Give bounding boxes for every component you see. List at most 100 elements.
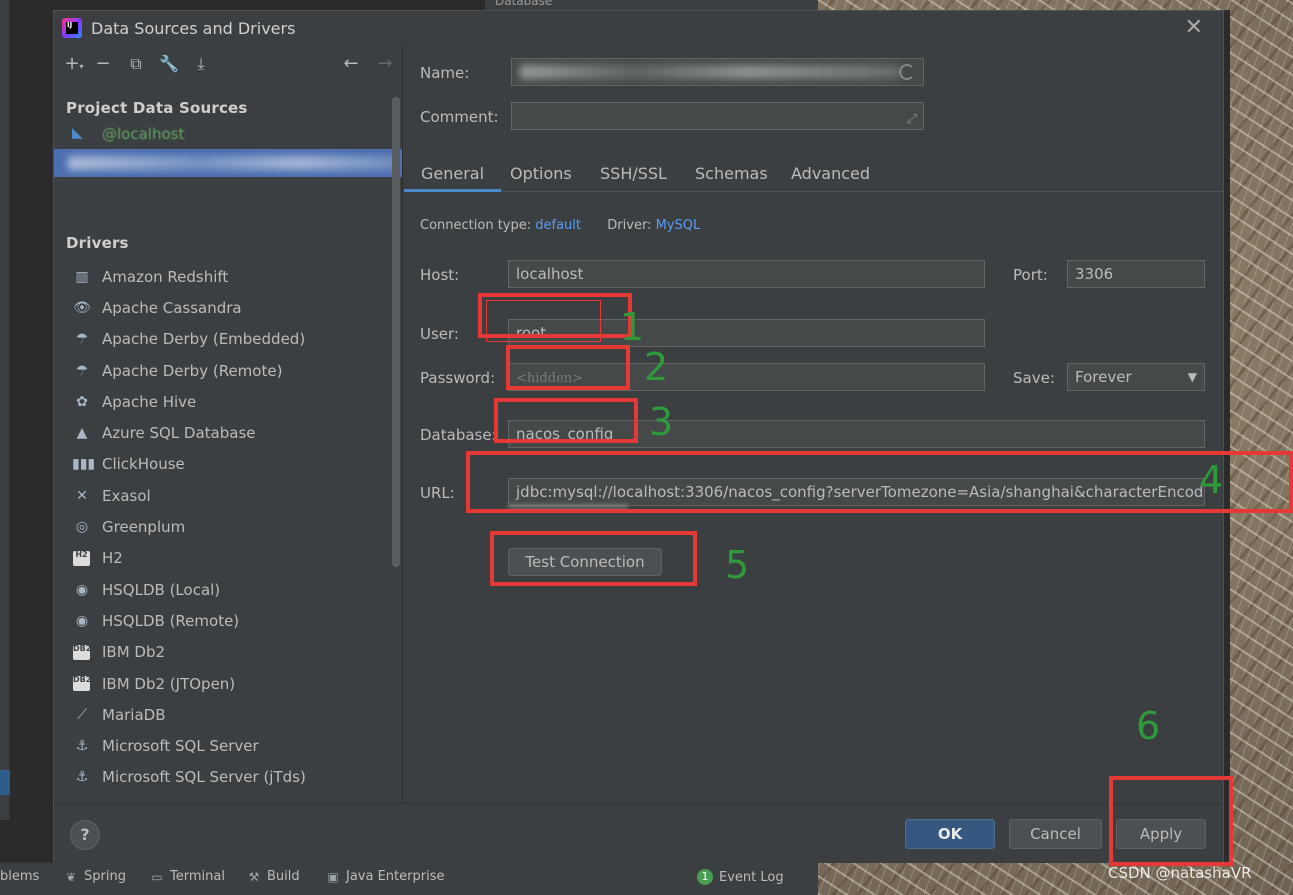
driver-item-label: MariaDB [102,705,166,724]
intellij-logo-icon: IJ [62,18,82,38]
ide-right-edge [1224,10,1230,865]
problems-tool-button[interactable]: blems [0,869,39,884]
driver-item-label: Apache Cassandra [102,298,242,317]
close-icon[interactable]: ✕ [1185,15,1203,40]
driver-link[interactable]: MySQL [656,218,701,233]
driver-item[interactable]: DB2 IBM Db2 [54,637,394,668]
tab-general[interactable]: General [404,158,502,192]
save-mode-select[interactable]: Forever ▼ [1067,363,1205,391]
spring-leaf-icon: ❦ [65,869,77,884]
tab-options[interactable]: Options [493,158,589,192]
data-source-localhost-label: @localhost [102,125,185,143]
remove-icon[interactable]: − [92,53,114,75]
ide-database-panel-header: Database [485,0,818,10]
driver-item-label: Apache Derby (Embedded) [102,330,306,349]
driver-item[interactable]: 👁 Apache Cassandra [54,292,394,323]
driver-item-label: IBM Db2 (JTOpen) [102,674,236,693]
host-input[interactable]: localhost [508,260,985,288]
expand-icon[interactable]: ⤢ [907,107,917,129]
terminal-tool-button[interactable]: ▭ Terminal [150,869,225,884]
java-enterprise-tool-button[interactable]: ▣ Java Enterprise [326,869,444,884]
driver-item[interactable]: DB2 IBM Db2 (JTOpen) [54,668,394,699]
name-reset-icon[interactable] [899,64,915,80]
driver-label: Driver: [607,218,652,233]
hsqldb-icon: ◉ [75,612,89,629]
driver-item[interactable]: ✿ Apache Hive [54,386,394,417]
event-count-badge: 1 [697,869,713,885]
name-input[interactable] [511,58,924,86]
driver-item[interactable]: ✕ Exasol [54,480,394,511]
dialog-title: Data Sources and Drivers [91,19,296,38]
left-list-scrollbar[interactable] [392,97,400,567]
driver-item-label: ClickHouse [102,455,185,474]
driver-item-label: HSQLDB (Remote) [102,611,240,630]
build-tool-button[interactable]: ⚒ Build [247,869,300,884]
annotation-box-url [466,451,1293,513]
user-label: User: [420,325,459,343]
data-source-list-panel: +▾ − ⧉ 🔧 ⤓ ← → Project Data Sources ◣ @l… [54,45,403,803]
comment-input[interactable]: ⤢ [511,102,924,130]
project-data-sources-header: Project Data Sources [66,99,248,117]
cassandra-icon: 👁 [73,299,91,316]
port-input[interactable]: 3306 [1067,260,1205,288]
terminal-icon: ▭ [151,869,163,884]
help-button[interactable]: ? [70,820,100,850]
data-sources-dialog: IJ Data Sources and Drivers ✕ +▾ − ⧉ 🔧 ⤓… [53,10,1224,863]
driver-item-label: Apache Hive [102,392,197,411]
driver-item-label: Greenplum [102,518,186,537]
driver-item[interactable]: ⟋ MariaDB [54,699,394,730]
driver-item[interactable]: ▲ Azure SQL Database [54,417,394,448]
driver-item-label: HSQLDB (Local) [102,580,221,599]
chevron-down-icon: ▼ [1187,370,1197,384]
password-label: Password: [420,369,496,387]
driver-item[interactable]: ⚓ Microsoft SQL Server [54,730,394,761]
connection-type-link[interactable]: default [535,218,581,233]
data-source-localhost[interactable]: ◣ @localhost [54,121,402,151]
driver-item[interactable]: H2 H2 [54,543,394,574]
port-label: Port: [1013,266,1048,284]
data-source-selected[interactable] [54,149,402,177]
ok-button[interactable]: OK [905,819,995,849]
list-fade [54,789,402,803]
add-icon[interactable]: +▾ [63,53,85,75]
greenplum-icon: ◎ [75,519,89,536]
tab-schemas[interactable]: Schemas [678,158,785,192]
driver-item[interactable]: ▥ Amazon Redshift [54,261,394,292]
annotation-box-user-inner [486,300,601,342]
connection-type-label: Connection type: [420,218,532,233]
driver-item-label: Microsoft SQL Server [102,737,259,756]
spring-tool-button[interactable]: ❦ Spring [64,869,126,884]
java-enterprise-icon: ▣ [327,869,339,884]
tab-advanced[interactable]: Advanced [774,158,887,192]
driver-item-label: IBM Db2 [102,643,166,662]
annotation-number-2: 2 [644,345,669,389]
ide-left-tool-strip [0,0,10,820]
tab-ssh-ssl[interactable]: SSH/SSL [583,158,684,192]
annotation-number-3: 3 [649,400,674,444]
driver-item[interactable]: ◉ HSQLDB (Remote) [54,605,394,636]
cancel-button[interactable]: Cancel [1009,819,1102,849]
import-icon[interactable]: ⤓ [190,53,212,75]
annotation-number-4: 4 [1199,458,1224,502]
hammer-icon: ⚒ [248,869,260,884]
driver-item[interactable]: ☂ Apache Derby (Remote) [54,355,394,386]
database-panel-label: Database [495,0,553,8]
db2-icon: DB2 [73,675,91,691]
url-label: URL: [420,484,455,502]
db2-icon: DB2 [73,644,91,660]
driver-item[interactable]: ☂ Apache Derby (Embedded) [54,324,394,355]
wrench-icon[interactable]: 🔧 [158,53,180,75]
driver-item[interactable]: ▮▮▮ ClickHouse [54,449,394,480]
ide-bottom-toolbar: blems ❦ Spring ▭ Terminal ⚒ Build ▣ Java Ent… [0,862,818,895]
annotation-box-test-connection [490,531,697,586]
derby-icon: ☂ [75,362,89,379]
back-arrow-icon[interactable]: ← [340,53,362,75]
event-log-tool-button[interactable]: 1 Event Log [697,869,784,885]
duplicate-icon[interactable]: ⧉ [125,53,147,75]
driver-item[interactable]: ◎ Greenplum [54,511,394,542]
left-toolbar: +▾ − ⧉ 🔧 ⤓ ← → [54,45,402,83]
dialog-footer: ? OK Cancel Apply [54,803,1223,863]
driver-item[interactable]: ◉ HSQLDB (Local) [54,574,394,605]
forward-arrow-icon[interactable]: → [374,53,396,75]
annotation-box-password [506,345,630,390]
